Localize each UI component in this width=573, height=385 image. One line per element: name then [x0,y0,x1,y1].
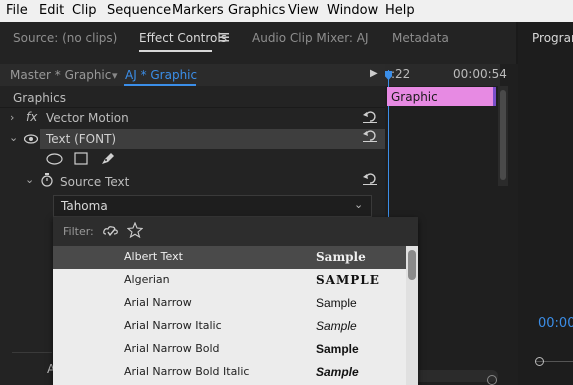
text-layer-label[interactable]: Text (FONT) [46,132,116,146]
panel-header: Source: (no clips) Effect Controls Audio… [0,22,518,58]
filter-bar: Filter: [53,217,418,246]
active-tab-underline [139,50,212,52]
font-option-sample: Sample [316,319,357,333]
menu-bar: File Edit Clip Sequence Markers Graphics… [0,0,573,22]
font-option-sample: Sample [316,250,366,264]
bottom-divider [12,352,52,353]
font-option[interactable]: Algerian SAMPLE [53,269,406,292]
play-triangle-icon[interactable]: ▶ [370,68,378,79]
font-dropdown-list: Filter: Albert Text Sample Algerian SAMP… [53,217,418,385]
cloud-filter-icon[interactable] [103,224,119,241]
graphic-clip[interactable]: Graphic [387,87,495,106]
menu-edit[interactable]: Edit [39,3,64,18]
font-option-name: Arial Narrow Italic [124,319,222,332]
menu-markers[interactable]: Markers [172,3,224,18]
font-option-name: Arial Narrow [124,296,192,309]
source-text-label: Source Text [60,175,130,189]
menu-window[interactable]: Window [327,3,378,18]
graphics-section-label: Graphics [13,91,66,105]
font-option[interactable]: Albert Text Sample [53,246,406,269]
chevron-down-icon[interactable]: ⌄ [25,173,34,186]
stopwatch-icon[interactable] [40,173,54,190]
font-option-sample: Sample [316,296,357,310]
font-option[interactable]: Arial Narrow Bold Italic Sample [53,361,406,384]
reset-icon[interactable] [363,173,377,185]
tab-master-graphic[interactable]: Master * Graphic [10,68,111,82]
font-option[interactable]: Arial Narrow Sample [53,292,406,315]
ruler-time-end: 00:00:54 [453,67,507,81]
clip-label: Graphic [391,90,438,104]
chevron-right-icon[interactable]: › [10,111,14,124]
ruler-time-start: :22 [391,67,411,81]
filter-label: Filter: [63,225,94,238]
font-family-select[interactable]: Tahoma ⌄ [53,195,372,217]
eye-icon[interactable] [23,133,39,147]
font-option-name: Arial Narrow Bold Italic [124,365,250,378]
timeline-ruler[interactable]: :22 00:00:54 [385,64,507,86]
pen-mask-icon[interactable] [100,151,116,169]
program-monitor-panel: Program 00:00 [518,22,573,385]
effect-subtabs: Master * Graphic ▾ AJ * Graphic ▶ [0,64,385,86]
vector-motion-label: Vector Motion [46,111,129,125]
tab-aj-graphic[interactable]: AJ * Graphic [125,68,197,82]
fx-icon[interactable]: fx [26,110,37,124]
dropdown-scrollbar[interactable] [406,246,418,385]
menu-graphics[interactable]: Graphics [228,3,285,18]
timeline-scrollbar[interactable] [498,86,508,186]
tab-audio-clip-mixer[interactable]: Audio Clip Mixer: AJ [252,31,369,45]
menu-help[interactable]: Help [385,3,415,18]
font-option[interactable]: Arial Narrow Bold Sample [53,338,406,361]
font-option-name: Arial Narrow Bold [124,342,220,355]
menu-file[interactable]: File [6,3,28,18]
font-option-name: Albert Text [124,250,183,263]
reset-icon[interactable] [363,130,377,142]
chevron-down-icon[interactable]: ⌄ [354,198,363,211]
dropdown-scroll-thumb[interactable] [408,250,416,280]
font-option-name: Algerian [124,273,170,286]
clip-end-marker [493,87,496,106]
panel-menu-icon[interactable] [219,31,229,45]
font-option-sample: Sample [316,365,359,379]
tab-metadata[interactable]: Metadata [392,31,449,45]
timeline-scroll-thumb[interactable] [500,90,506,180]
font-option[interactable]: Arial Narrow Italic Sample [53,315,406,338]
program-timecode[interactable]: 00:00 [538,316,573,331]
ellipse-mask-icon[interactable] [46,153,63,168]
program-scrubber-handle[interactable] [535,357,544,366]
reset-icon[interactable] [363,111,377,123]
menu-clip[interactable]: Clip [72,3,97,18]
tab-effect-controls[interactable]: Effect Controls [139,31,227,45]
font-select-value: Tahoma [61,199,108,213]
star-icon[interactable] [126,221,144,241]
menu-view[interactable]: View [288,3,319,18]
font-option-sample: SAMPLE [316,273,380,287]
font-option-sample: Sample [316,342,359,356]
section-divider [0,107,385,108]
rectangle-mask-icon[interactable] [74,152,88,168]
chevron-down-icon[interactable]: ⌄ [9,131,18,144]
zoom-handle[interactable] [487,375,497,385]
menu-sequence[interactable]: Sequence [107,3,171,18]
tab-source[interactable]: Source: (no clips) [13,31,117,45]
tab-program[interactable]: Program [532,31,573,45]
chevron-down-icon[interactable]: ▾ [112,69,118,82]
